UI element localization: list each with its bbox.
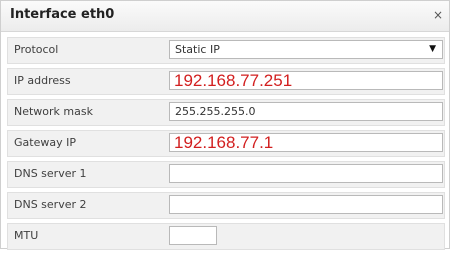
form-rows: Protocol Static IP ▼ IP address 192.168.…	[7, 37, 445, 254]
dns-server-2-label: DNS server 2	[14, 198, 87, 211]
ip-address-label: IP address	[14, 74, 71, 87]
chevron-down-icon: ▼	[429, 44, 436, 54]
dns-server-1-label: DNS server 1	[14, 167, 87, 180]
row-mtu: MTU	[7, 223, 445, 250]
ip-address-input[interactable]: 192.168.77.251	[169, 71, 443, 90]
row-ip-address: IP address 192.168.77.251	[7, 68, 445, 95]
row-dns-server-1: DNS server 1	[7, 161, 445, 188]
network-mask-input[interactable]: 255.255.255.0	[169, 102, 443, 121]
protocol-label: Protocol	[14, 43, 59, 56]
mtu-label: MTU	[14, 229, 39, 242]
gateway-ip-label: Gateway IP	[14, 136, 76, 149]
gateway-ip-input[interactable]: 192.168.77.1	[169, 133, 443, 152]
row-protocol: Protocol Static IP ▼	[7, 37, 445, 64]
row-dns-server-2: DNS server 2	[7, 192, 445, 219]
close-icon[interactable]: ×	[433, 8, 443, 22]
mtu-input[interactable]	[169, 226, 217, 245]
dns-server-2-input[interactable]	[169, 195, 443, 214]
dialog-titlebar: Interface eth0 ×	[1, 1, 449, 32]
row-network-mask: Network mask 255.255.255.0	[7, 99, 445, 126]
network-mask-label: Network mask	[14, 105, 93, 118]
protocol-value: Static IP	[175, 43, 220, 56]
dialog-title: Interface eth0	[10, 7, 115, 22]
interface-dialog: Interface eth0 × Protocol Static IP ▼ IP…	[0, 0, 450, 250]
row-gateway-ip: Gateway IP 192.168.77.1	[7, 130, 445, 157]
protocol-select[interactable]: Static IP ▼	[169, 40, 443, 59]
dns-server-1-input[interactable]	[169, 164, 443, 183]
